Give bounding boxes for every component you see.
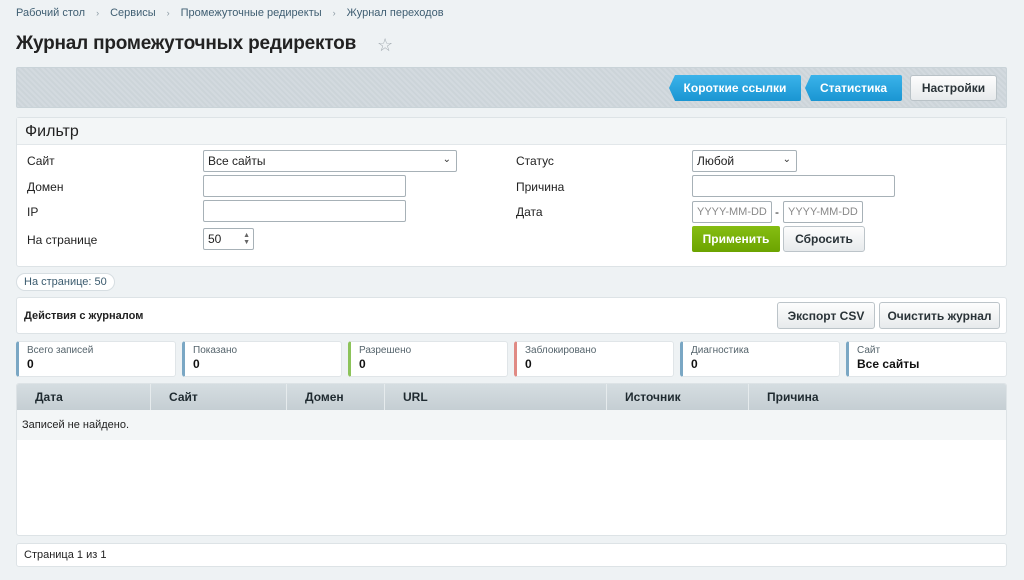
stat-card-site: Сайт Все сайты [846,341,1007,377]
star-icon[interactable]: ☆ [377,35,393,56]
reason-label: Причина [516,180,565,194]
toolbar: Короткие ссылки Статистика Настройки [16,67,1007,108]
breadcrumb-journal[interactable]: Журнал переходов [347,7,444,19]
perpage-label: На странице [27,233,98,247]
stat-value: 0 [691,357,698,371]
chevron-down-icon: ⌄ [782,154,791,165]
stat-value: 0 [193,357,200,371]
filter-panel: Фильтр Сайт Все сайты ⌄ Домен IP На стра… [16,117,1007,267]
actions-title: Действия с журналом [24,310,144,322]
column-header-source[interactable]: Источник [607,384,749,410]
stat-label: Разрешено [359,345,412,356]
settings-button[interactable]: Настройки [910,75,997,101]
column-header-domain[interactable]: Домен [287,384,385,410]
apply-button[interactable]: Применить [692,226,780,252]
reset-button[interactable]: Сбросить [783,226,865,252]
site-label: Сайт [27,154,55,168]
perpage-stepper[interactable]: 50 ▲ ▼ [203,228,254,250]
perpage-badge: На странице: 50 [16,273,115,291]
reason-input[interactable] [692,175,895,197]
filter-title: Фильтр [17,118,1006,145]
domain-input[interactable] [203,175,406,197]
column-header-site[interactable]: Сайт [151,384,287,410]
stat-label: Диагностика [691,345,749,356]
breadcrumb: Рабочий стол › Сервисы › Промежуточные р… [16,7,444,19]
date-separator: - [775,205,779,219]
column-header-date[interactable]: Дата [17,384,151,410]
stat-value: 0 [27,357,34,371]
stat-value: 0 [359,357,366,371]
stat-card-blocked: Заблокировано 0 [514,341,674,377]
status-label: Статус [516,154,554,168]
date-from-placeholder: YYYY-MM-DD [697,206,767,218]
status-select[interactable]: Любой ⌄ [692,150,797,172]
breadcrumb-redirects[interactable]: Промежуточные редиректы [181,7,322,19]
stat-card-shown: Показано 0 [182,341,342,377]
pagination: Страница 1 из 1 [16,543,1007,567]
export-csv-button[interactable]: Экспорт CSV [777,302,875,329]
spinner-arrows-icon[interactable]: ▲ ▼ [243,232,250,246]
column-header-reason[interactable]: Причина [749,384,1006,410]
perpage-value: 50 [208,232,222,246]
clear-journal-button[interactable]: Очистить журнал [879,302,1000,329]
site-select-value: Все сайты [208,154,266,168]
ip-label: IP [27,205,39,219]
breadcrumb-desktop[interactable]: Рабочий стол [16,7,85,19]
statistics-button[interactable]: Статистика [805,75,902,101]
date-to-placeholder: YYYY-MM-DD [788,206,858,218]
chevron-right-icon: › [96,8,100,18]
stat-value: Все сайты [857,357,920,371]
column-header-url[interactable]: URL [385,384,607,410]
short-links-button[interactable]: Короткие ссылки [669,75,801,101]
stat-label: Сайт [857,345,881,356]
stat-label: Заблокировано [525,345,597,356]
stat-label: Показано [193,345,238,356]
stat-card-diagnostics: Диагностика 0 [680,341,840,377]
ip-input[interactable] [203,200,406,222]
table-header: Дата Сайт Домен URL Источник Причина [17,384,1006,410]
empty-message: Записей не найдено. [17,410,1006,440]
stat-value: 0 [525,357,532,371]
site-select[interactable]: Все сайты ⌄ [203,150,457,172]
breadcrumb-services[interactable]: Сервисы [110,7,156,19]
domain-label: Домен [27,180,64,194]
date-label: Дата [516,205,543,219]
date-to-input[interactable]: YYYY-MM-DD [783,201,863,223]
date-from-input[interactable]: YYYY-MM-DD [692,201,772,223]
chevron-right-icon: › [166,8,170,18]
chevron-down-icon: ⌄ [442,154,451,165]
page-title: Журнал промежуточных редиректов [16,33,357,54]
chevron-right-icon: › [332,8,336,18]
stat-label: Всего записей [27,345,94,356]
stat-card-allowed: Разрешено 0 [348,341,508,377]
journal-actions-panel: Действия с журналом Экспорт CSV Очистить… [16,297,1007,334]
status-select-value: Любой [697,154,735,168]
stat-card-total: Всего записей 0 [16,341,176,377]
journal-table: Дата Сайт Домен URL Источник Причина Зап… [16,383,1007,536]
